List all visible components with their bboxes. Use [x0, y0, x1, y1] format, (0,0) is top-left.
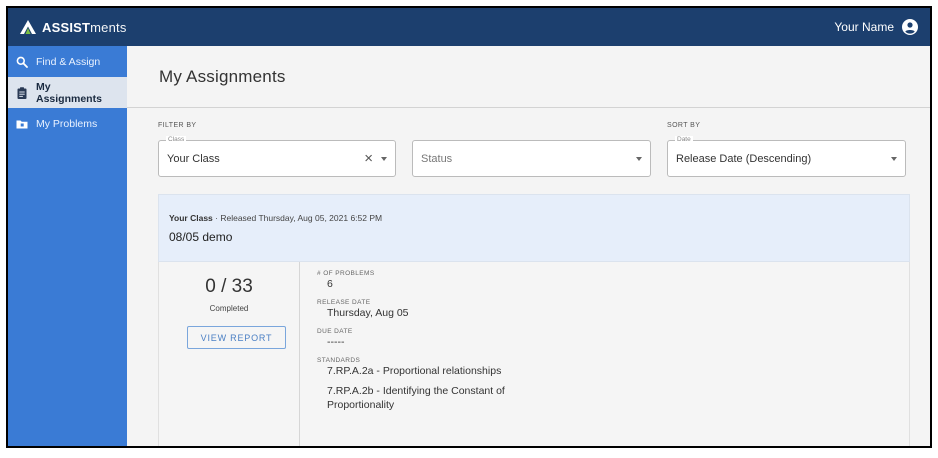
assignment-card-header[interactable]: Your Class · Released Thursday, Aug 05, …: [158, 194, 910, 262]
release-date-value: Thursday, Aug 05: [327, 307, 409, 319]
user-name: Your Name: [834, 20, 894, 34]
brand-wordmark: ASSISTments: [42, 19, 127, 35]
completion-count: 0 / 33: [205, 276, 253, 297]
standards-block: STANDARDS 7.RP.A.2a - Proportional relat…: [317, 357, 899, 412]
search-icon: [16, 56, 28, 68]
page-title: My Assignments: [159, 66, 286, 86]
release-date-block: RELEASE DATE Thursday, Aug 05: [317, 299, 899, 320]
assignment-card-body: 0 / 33 Completed VIEW REPORT # OF PROBLE…: [158, 262, 910, 446]
app-window: ASSISTments Your Name Find & Assign My A…: [6, 6, 932, 448]
sidebar-item-label: My Problems: [36, 117, 98, 130]
class-select[interactable]: Class Your Class ×: [158, 136, 396, 177]
clipboard-icon: [17, 86, 27, 99]
status-select[interactable]: Status: [412, 140, 651, 177]
assignment-meta: Your Class · Released Thursday, Aug 05, …: [169, 213, 899, 223]
assistments-logo-icon: [20, 20, 36, 34]
due-date-value: -----: [327, 336, 345, 348]
date-field-legend: Date: [675, 136, 693, 144]
problems-count-value: 6: [327, 278, 333, 290]
brand-logo[interactable]: ASSISTments: [20, 20, 127, 35]
date-sort-select[interactable]: Date Release Date (Descending): [667, 136, 906, 177]
sidebar-item-my-problems[interactable]: My Problems: [8, 108, 127, 139]
assignment-details: # OF PROBLEMS 6 RELEASE DATE Thursday, A…: [317, 270, 899, 420]
assignment-released-text: · Released Thursday, Aug 05, 2021 6:52 P…: [212, 213, 383, 223]
standard-item: 7.RP.A.2a - Proportional relationships: [327, 365, 502, 377]
page-header: My Assignments: [127, 46, 930, 108]
chevron-down-icon[interactable]: [381, 156, 387, 161]
status-select-placeholder: Status: [421, 152, 453, 165]
sort-by-label: SORT BY: [667, 122, 701, 129]
filter-by-label: FILTER BY: [158, 122, 197, 129]
folder-icon: [16, 120, 28, 128]
account-circle-icon: [902, 19, 918, 35]
standards-label: STANDARDS: [317, 357, 361, 364]
completion-label: Completed: [209, 304, 249, 313]
due-date-block: DUE DATE -----: [317, 328, 899, 349]
class-field-legend: Class: [166, 136, 187, 144]
chevron-down-icon[interactable]: [636, 156, 642, 161]
sidebar-item-my-assignments[interactable]: My Assignments: [8, 77, 127, 108]
clear-icon[interactable]: ×: [364, 151, 373, 166]
release-date-label: RELEASE DATE: [317, 299, 371, 306]
top-app-bar: ASSISTments Your Name: [8, 8, 930, 46]
main-content: My Assignments FILTER BY SORT BY Class Y…: [127, 46, 930, 446]
problems-count-block: # OF PROBLEMS 6: [317, 270, 899, 291]
assignment-card: Your Class · Released Thursday, Aug 05, …: [158, 194, 910, 446]
problems-count-label: # OF PROBLEMS: [317, 270, 375, 277]
view-report-button[interactable]: VIEW REPORT: [187, 326, 286, 349]
user-menu[interactable]: Your Name: [834, 19, 918, 35]
assignment-name: 08/05 demo: [169, 230, 233, 244]
class-select-value: Your Class: [167, 152, 220, 165]
progress-column: 0 / 33 Completed VIEW REPORT: [159, 262, 300, 446]
date-sort-value: Release Date (Descending): [676, 152, 812, 165]
sidebar: Find & Assign My Assignments My Problems: [8, 46, 127, 446]
assignment-class-name: Your Class: [169, 213, 213, 223]
standard-item: 7.RP.A.2b - Identifying the Constant of …: [327, 385, 505, 411]
chevron-down-icon[interactable]: [891, 156, 897, 161]
due-date-label: DUE DATE: [317, 328, 353, 335]
sidebar-item-label: My Assignments: [36, 80, 102, 105]
sidebar-item-find-assign[interactable]: Find & Assign: [8, 46, 127, 77]
sidebar-item-label: Find & Assign: [36, 55, 101, 68]
